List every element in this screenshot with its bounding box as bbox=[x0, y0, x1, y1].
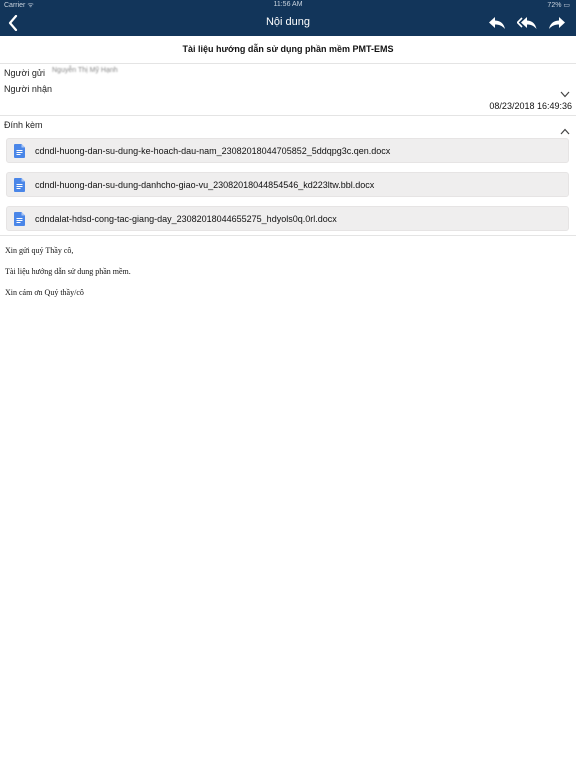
document-icon bbox=[14, 144, 25, 158]
sender-name: Nguyễn Thị Mỹ Hạnh bbox=[52, 67, 118, 74]
attachment-filename: cdndalat-hdsd-cong-tac-giang-day_2308201… bbox=[35, 214, 337, 224]
body-line: Xin gửi quý Thầy cô, bbox=[5, 246, 74, 255]
forward-button[interactable] bbox=[546, 14, 568, 32]
status-bar: Carrier ᯤ 11:56 AM 72% ▭ bbox=[0, 0, 576, 12]
chevron-down-icon bbox=[560, 91, 570, 98]
document-icon bbox=[14, 212, 25, 226]
document-icon bbox=[14, 178, 25, 192]
reply-all-icon bbox=[517, 17, 537, 29]
attachment-filename: cdndl-huong-dan-su-dung-ke-hoach-dau-nam… bbox=[35, 146, 391, 156]
reply-all-button[interactable] bbox=[516, 14, 538, 32]
attachments-label: Đính kèm bbox=[4, 120, 43, 130]
body-line: Xin cám ơn Quý thầy/cô bbox=[5, 288, 84, 297]
divider bbox=[0, 115, 576, 116]
forward-icon bbox=[549, 17, 565, 29]
divider bbox=[0, 235, 576, 236]
reply-icon bbox=[489, 17, 505, 29]
attachment-filename: cdndl-huong-dan-su-dung-danhcho-giao-vu_… bbox=[35, 180, 375, 190]
email-subject: Tài liệu hướng dẫn sử dụng phần mềm PMT-… bbox=[0, 36, 576, 64]
email-date: 08/23/2018 16:49:36 bbox=[489, 101, 572, 111]
navigation-bar: Carrier ᯤ 11:56 AM 72% ▭ Nội dung bbox=[0, 0, 576, 36]
attachment-item[interactable]: cdndl-huong-dan-su-dung-ke-hoach-dau-nam… bbox=[6, 138, 569, 163]
sender-label: Người gửi bbox=[4, 68, 45, 78]
body-line: Tài liệu hướng dẫn sử dung phần mềm. bbox=[5, 267, 131, 276]
attachment-item[interactable]: cdndl-huong-dan-su-dung-danhcho-giao-vu_… bbox=[6, 172, 569, 197]
battery-indicator: 72% ▭ bbox=[547, 2, 570, 9]
attachment-item[interactable]: cdndalat-hdsd-cong-tac-giang-day_2308201… bbox=[6, 206, 569, 231]
chevron-up-icon bbox=[560, 128, 570, 135]
status-time: 11:56 AM bbox=[273, 1, 303, 8]
reply-button[interactable] bbox=[486, 14, 508, 32]
recipient-label: Người nhận bbox=[4, 84, 52, 94]
